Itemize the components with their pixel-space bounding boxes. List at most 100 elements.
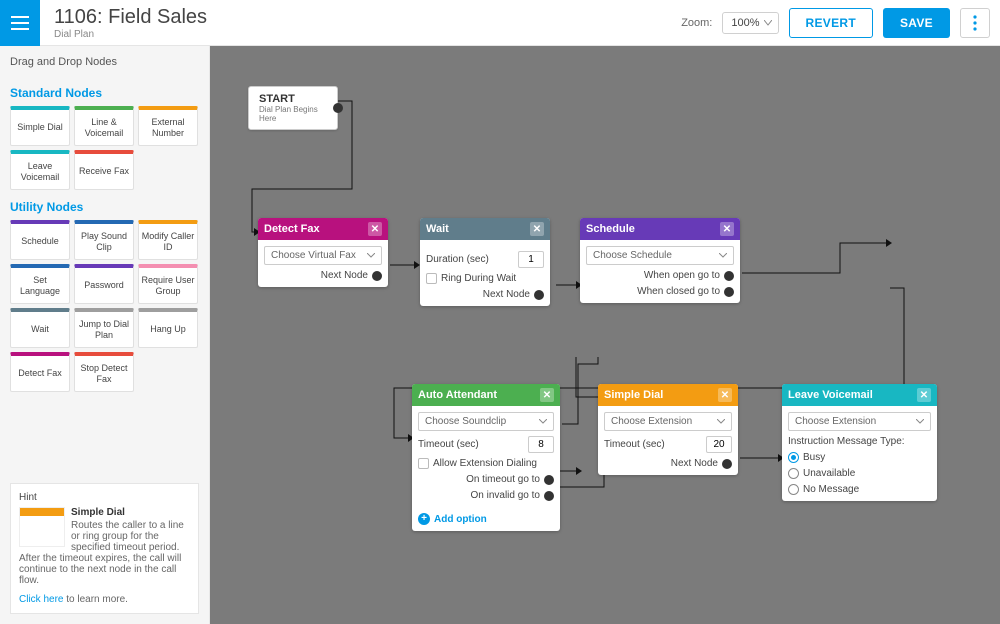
node-leave-voicemail[interactable]: Leave Voicemail ✕ Choose Extension Instru… xyxy=(782,384,937,501)
canvas[interactable]: START Dial Plan Begins Here Detect Fax ✕ … xyxy=(210,46,1000,624)
palette-node[interactable]: Simple Dial xyxy=(10,106,70,146)
on-invalid-label: On invalid go to xyxy=(471,490,541,501)
hint-link[interactable]: Click here xyxy=(19,594,63,605)
ring-label: Ring During Wait xyxy=(441,273,516,284)
palette-node[interactable]: Jump to Dial Plan xyxy=(74,308,134,348)
hint-panel: Hint Simple Dial Routes the caller to a … xyxy=(10,483,199,614)
chevron-down-icon xyxy=(719,253,727,258)
detect-fax-title: Detect Fax xyxy=(264,223,320,235)
ring-checkbox[interactable] xyxy=(426,273,437,284)
timeout-input[interactable] xyxy=(528,436,554,453)
palette-node[interactable]: Hang Up xyxy=(138,308,198,348)
palette-node[interactable]: Leave Voicemail xyxy=(10,150,70,190)
node-simple-dial[interactable]: Simple Dial ✕ Choose Extension Timeout (s… xyxy=(598,384,738,475)
vm-option-label: No Message xyxy=(803,484,859,495)
palette-node[interactable]: Line & Voicemail xyxy=(74,106,134,146)
start-subtitle: Dial Plan Begins Here xyxy=(259,105,327,123)
next-node-label: Next Node xyxy=(671,458,718,469)
detect-fax-select[interactable]: Choose Virtual Fax xyxy=(264,246,382,265)
palette-node[interactable]: Receive Fax xyxy=(74,150,134,190)
hint-thumbnail xyxy=(19,507,65,547)
palette-node[interactable]: Schedule xyxy=(10,220,70,260)
sidebar-heading: Drag and Drop Nodes xyxy=(10,56,199,68)
palette-node[interactable]: Play Sound Clip xyxy=(74,220,134,260)
timeout-label: Timeout (sec) xyxy=(418,439,479,450)
on-timeout-label: On timeout go to xyxy=(466,474,540,485)
timeout-input[interactable] xyxy=(706,436,732,453)
simple-dial-title: Simple Dial xyxy=(604,389,663,401)
page-title: 1106: Field Sales xyxy=(54,6,681,29)
close-icon[interactable]: ✕ xyxy=(540,388,554,402)
zoom-select[interactable]: 100% xyxy=(722,12,778,34)
menu-button[interactable] xyxy=(0,0,40,46)
timeout-label: Timeout (sec) xyxy=(604,439,665,450)
allow-ext-label: Allow Extension Dialing xyxy=(433,458,537,469)
close-icon[interactable]: ✕ xyxy=(718,388,732,402)
port-invalid[interactable] xyxy=(544,491,554,501)
schedule-select[interactable]: Choose Schedule xyxy=(586,246,734,265)
port-timeout[interactable] xyxy=(544,475,554,485)
node-schedule[interactable]: Schedule ✕ Choose Schedule When open go t… xyxy=(580,218,740,303)
node-start[interactable]: START Dial Plan Begins Here xyxy=(248,86,338,130)
instruction-label: Instruction Message Type: xyxy=(788,436,931,447)
palette-node[interactable]: Modify Caller ID xyxy=(138,220,198,260)
palette-node[interactable]: Password xyxy=(74,264,134,304)
soundclip-select[interactable]: Choose Soundclip xyxy=(418,412,554,431)
extension-select[interactable]: Choose Extension xyxy=(604,412,732,431)
close-icon[interactable]: ✕ xyxy=(530,222,544,236)
schedule-title: Schedule xyxy=(586,223,635,235)
next-node-label: Next Node xyxy=(321,270,368,281)
port-open[interactable] xyxy=(724,271,734,281)
hint-link-suffix: to learn more. xyxy=(63,594,127,605)
wait-title: Wait xyxy=(426,223,449,235)
kebab-icon xyxy=(973,15,977,31)
title-block: 1106: Field Sales Dial Plan xyxy=(54,6,681,40)
duration-input[interactable] xyxy=(518,251,544,268)
palette-node[interactable]: External Number xyxy=(138,106,198,146)
chevron-down-icon xyxy=(717,419,725,424)
vm-radio[interactable] xyxy=(788,468,799,479)
close-icon[interactable]: ✕ xyxy=(720,222,734,236)
chevron-down-icon xyxy=(367,253,375,258)
port-closed[interactable] xyxy=(724,287,734,297)
save-button[interactable]: SAVE xyxy=(883,8,950,38)
node-wait[interactable]: Wait ✕ Duration (sec) Ring During Wait Ne… xyxy=(420,218,550,306)
palette-node[interactable]: Detect Fax xyxy=(10,352,70,392)
port-out[interactable] xyxy=(722,459,732,469)
port-out[interactable] xyxy=(372,271,382,281)
palette-node[interactable]: Stop Detect Fax xyxy=(74,352,134,392)
standard-nodes-title: Standard Nodes xyxy=(10,86,199,100)
hint-title: Hint xyxy=(19,492,190,503)
node-detect-fax[interactable]: Detect Fax ✕ Choose Virtual Fax Next Node xyxy=(258,218,388,287)
page-subtitle: Dial Plan xyxy=(54,29,681,40)
more-menu-button[interactable] xyxy=(960,8,990,38)
when-open-label: When open go to xyxy=(644,270,720,281)
palette-node[interactable]: Require User Group xyxy=(138,264,198,304)
vm-radio[interactable] xyxy=(788,452,799,463)
allow-ext-checkbox[interactable] xyxy=(418,458,429,469)
palette-node[interactable]: Set Language xyxy=(10,264,70,304)
zoom-label: Zoom: xyxy=(681,17,712,29)
revert-button[interactable]: REVERT xyxy=(789,8,873,38)
start-port[interactable] xyxy=(333,103,343,113)
next-node-label: Next Node xyxy=(483,289,530,300)
auto-attendant-title: Auto Attendant xyxy=(418,389,497,401)
vm-extension-select[interactable]: Choose Extension xyxy=(788,412,931,431)
vm-option-label: Unavailable xyxy=(803,468,855,479)
port-out[interactable] xyxy=(534,290,544,300)
utility-nodes-title: Utility Nodes xyxy=(10,200,199,214)
vm-radio[interactable] xyxy=(788,484,799,495)
close-icon[interactable]: ✕ xyxy=(368,222,382,236)
zoom-value: 100% xyxy=(731,17,759,29)
node-auto-attendant[interactable]: Auto Attendant ✕ Choose Soundclip Timeout… xyxy=(412,384,560,531)
sidebar: Drag and Drop Nodes Standard Nodes Simpl… xyxy=(0,46,210,624)
connection-wires xyxy=(210,46,1000,624)
plus-icon: + xyxy=(418,513,430,525)
voicemail-title: Leave Voicemail xyxy=(788,389,873,401)
duration-label: Duration (sec) xyxy=(426,254,489,265)
close-icon[interactable]: ✕ xyxy=(917,388,931,402)
start-title: START xyxy=(259,93,327,105)
palette-node[interactable]: Wait xyxy=(10,308,70,348)
add-option-button[interactable]: +Add option xyxy=(412,513,560,531)
when-closed-label: When closed go to xyxy=(637,286,720,297)
